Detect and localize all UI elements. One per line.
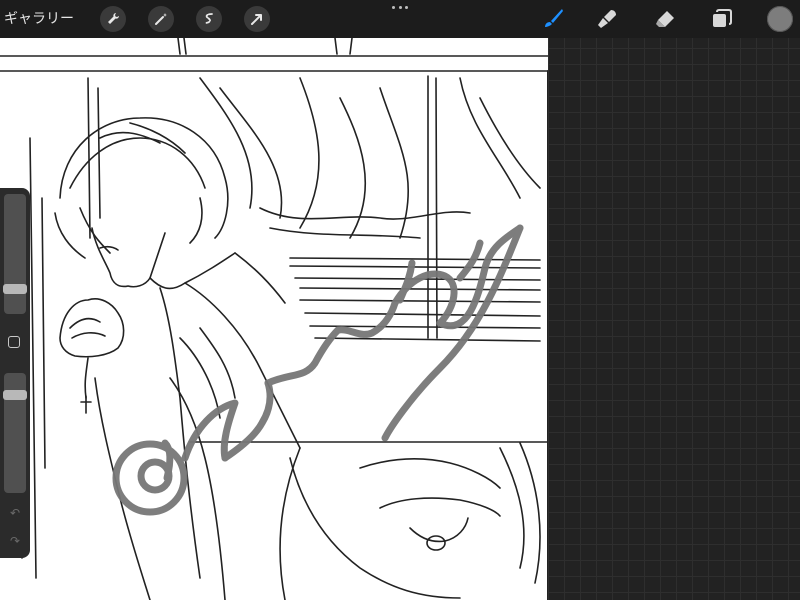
brush-icon[interactable] (540, 6, 566, 32)
color-picker-swatch[interactable] (767, 6, 793, 32)
sidebar: ↶ ↷ (0, 188, 30, 558)
wrench-icon[interactable] (100, 6, 126, 32)
top-toolbar: ギャラリー (0, 0, 800, 38)
eraser-icon[interactable] (652, 6, 678, 32)
drawing-canvas[interactable] (0, 38, 548, 600)
modify-button[interactable] (8, 336, 20, 348)
layers-icon[interactable] (709, 6, 735, 32)
manga-artwork (0, 38, 548, 600)
brush-size-thumb[interactable] (3, 284, 27, 294)
magic-wand-icon[interactable] (148, 6, 174, 32)
workspace-background (548, 0, 800, 600)
undo-icon[interactable]: ↶ (7, 506, 23, 520)
smudge-icon[interactable] (594, 6, 620, 32)
selection-icon[interactable] (196, 6, 222, 32)
opacity-slider[interactable] (3, 373, 27, 493)
transform-arrow-icon[interactable] (244, 6, 270, 32)
brush-size-slider[interactable] (3, 194, 27, 314)
more-options-icon[interactable] (392, 3, 408, 11)
gallery-button[interactable]: ギャラリー (0, 0, 74, 38)
redo-icon[interactable]: ↷ (7, 534, 23, 548)
opacity-thumb[interactable] (3, 390, 27, 400)
